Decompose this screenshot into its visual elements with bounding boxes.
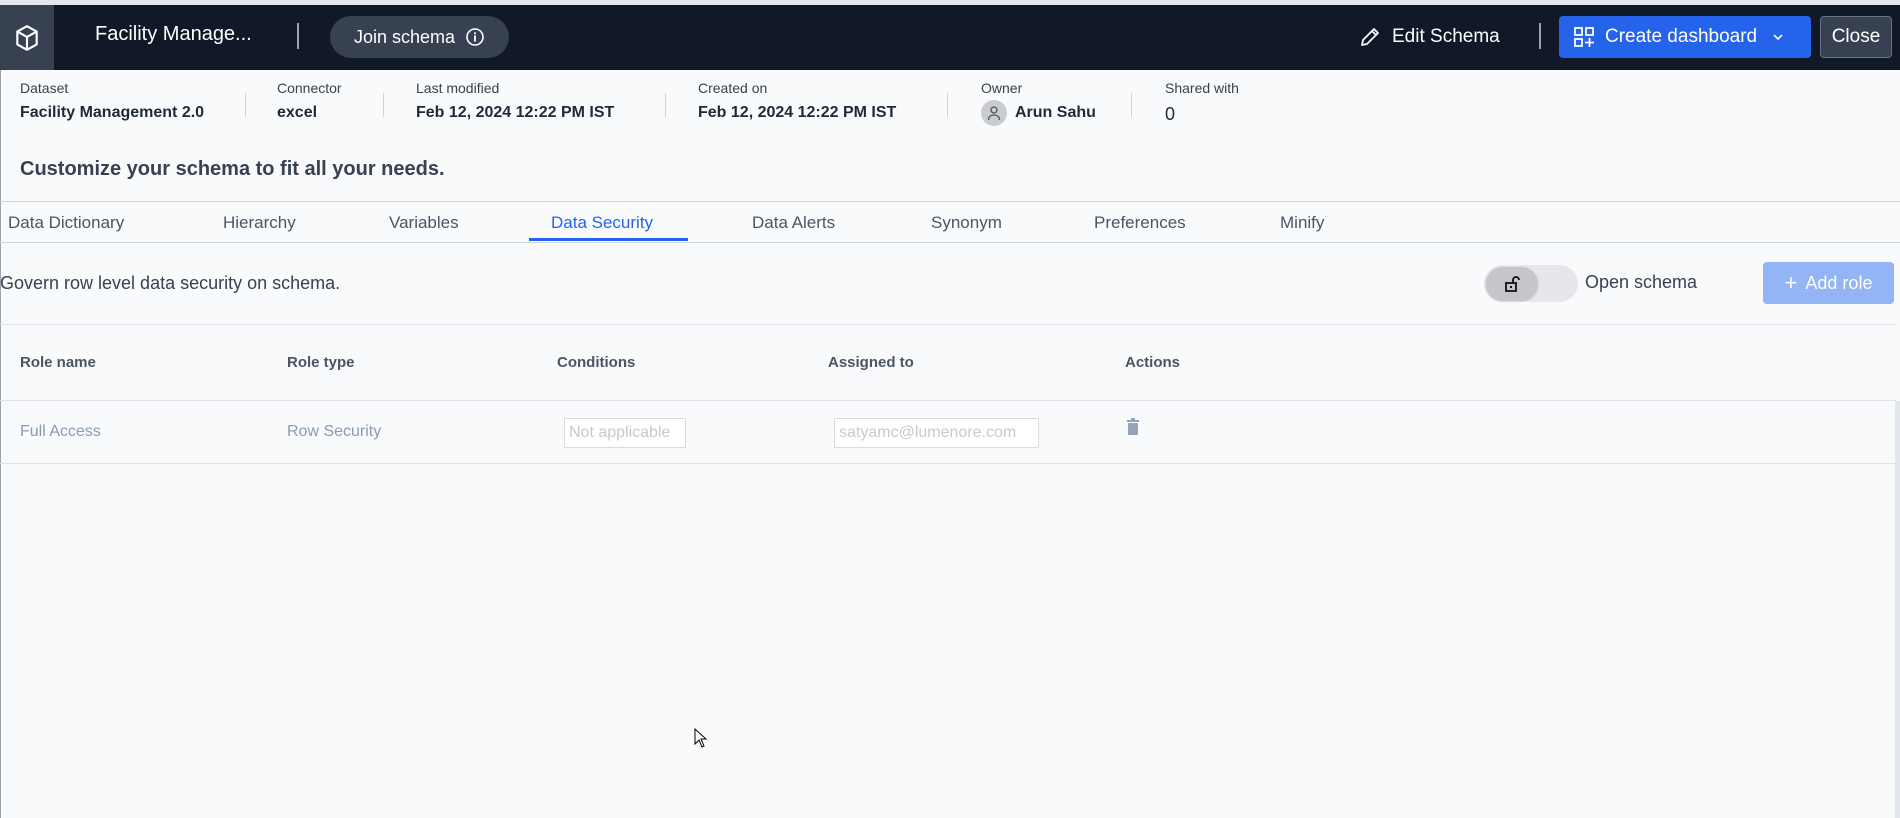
dataset-title: Facility Manage... xyxy=(95,23,252,45)
meta-connector: Connector excel xyxy=(277,80,342,122)
column-header-conditions: Conditions xyxy=(557,354,636,371)
tab-variables[interactable]: Variables xyxy=(389,213,459,233)
divider xyxy=(665,93,666,117)
divider xyxy=(0,463,1896,464)
add-role-label: Add role xyxy=(1805,272,1873,293)
add-role-button[interactable]: + Add role xyxy=(1763,262,1894,304)
security-description: Govern row level data security on schema… xyxy=(0,273,341,293)
page-heading: Customize your schema to fit all your ne… xyxy=(20,158,445,180)
column-header-role-name: Role name xyxy=(20,354,96,371)
meta-value: Feb 12, 2024 12:22 PM IST xyxy=(698,104,897,121)
app-header: Facility Manage... Join schema Edit Sche… xyxy=(0,5,1900,70)
meta-value: excel xyxy=(277,104,318,121)
meta-owner: Owner Arun Sahu xyxy=(981,80,1096,126)
meta-value: Feb 12, 2024 12:22 PM IST xyxy=(416,104,615,121)
dashboard-add-icon xyxy=(1574,27,1594,47)
create-dashboard-label: Create dashboard xyxy=(1605,26,1758,47)
tab-data-security[interactable]: Data Security xyxy=(551,213,653,233)
create-dashboard-button[interactable]: Create dashboard xyxy=(1559,16,1811,58)
column-header-role-type: Role type xyxy=(287,354,355,371)
tab-synonym[interactable]: Synonym xyxy=(931,213,1002,233)
divider xyxy=(383,93,384,117)
divider xyxy=(0,324,1896,325)
tab-bar: Data Dictionary Hierarchy Variables Data… xyxy=(0,201,1900,243)
plus-icon: + xyxy=(1784,270,1798,295)
divider xyxy=(947,93,948,117)
divider xyxy=(1131,93,1132,117)
divider xyxy=(1539,23,1541,49)
mouse-cursor-icon xyxy=(694,727,708,753)
assigned-to-field[interactable]: satyamc@lumenore.com xyxy=(834,418,1039,448)
open-schema-toggle[interactable] xyxy=(1484,265,1578,302)
tab-minify[interactable]: Minify xyxy=(1280,213,1324,233)
conditions-field[interactable]: Not applicable xyxy=(564,418,686,448)
join-schema-button[interactable]: Join schema xyxy=(330,16,509,58)
close-button[interactable]: Close xyxy=(1820,16,1892,58)
meta-shared-with: Shared with 0 xyxy=(1165,80,1239,125)
edit-schema-label: Edit Schema xyxy=(1392,26,1500,47)
tab-data-alerts[interactable]: Data Alerts xyxy=(752,213,835,233)
chevron-down-icon xyxy=(1773,34,1783,41)
meta-value: Arun Sahu xyxy=(1015,104,1096,121)
tab-preferences[interactable]: Preferences xyxy=(1094,213,1186,233)
user-icon xyxy=(987,106,1001,121)
info-icon xyxy=(466,28,484,46)
edit-schema-button[interactable]: Edit Schema xyxy=(1358,17,1500,57)
active-tab-indicator xyxy=(529,238,688,241)
meta-label: Dataset xyxy=(20,80,69,96)
meta-label: Last modified xyxy=(416,80,500,96)
meta-last-modified: Last modified Feb 12, 2024 12:22 PM IST xyxy=(416,80,614,122)
divider xyxy=(0,400,1896,401)
trash-icon xyxy=(1127,418,1139,435)
avatar xyxy=(981,100,1007,126)
tab-data-dictionary[interactable]: Data Dictionary xyxy=(8,213,124,233)
unlock-icon xyxy=(1486,267,1538,300)
meta-value: Facility Management 2.0 xyxy=(20,104,205,121)
pencil-icon xyxy=(1361,28,1379,46)
divider xyxy=(245,93,246,117)
column-header-assigned-to: Assigned to xyxy=(828,354,914,371)
role-name-cell: Full Access xyxy=(20,423,101,440)
meta-label: Connector xyxy=(277,80,342,96)
meta-created-on: Created on Feb 12, 2024 12:22 PM IST xyxy=(698,80,896,122)
cube-logo-icon[interactable] xyxy=(0,5,54,70)
tab-hierarchy[interactable]: Hierarchy xyxy=(223,213,296,233)
meta-label: Shared with xyxy=(1165,80,1239,96)
column-header-actions: Actions xyxy=(1125,354,1181,371)
meta-value: 0 xyxy=(1165,104,1176,124)
divider xyxy=(297,23,299,49)
join-schema-label: Join schema xyxy=(353,26,456,47)
delete-role-button[interactable] xyxy=(1126,418,1140,441)
left-border xyxy=(0,70,1,818)
meta-label: Created on xyxy=(698,80,768,96)
meta-dataset: Dataset Facility Management 2.0 xyxy=(20,80,204,122)
meta-label: Owner xyxy=(981,80,1023,96)
role-type-cell: Row Security xyxy=(287,423,382,440)
open-schema-label: Open schema xyxy=(1585,272,1698,292)
scrollbar[interactable] xyxy=(1895,401,1900,818)
